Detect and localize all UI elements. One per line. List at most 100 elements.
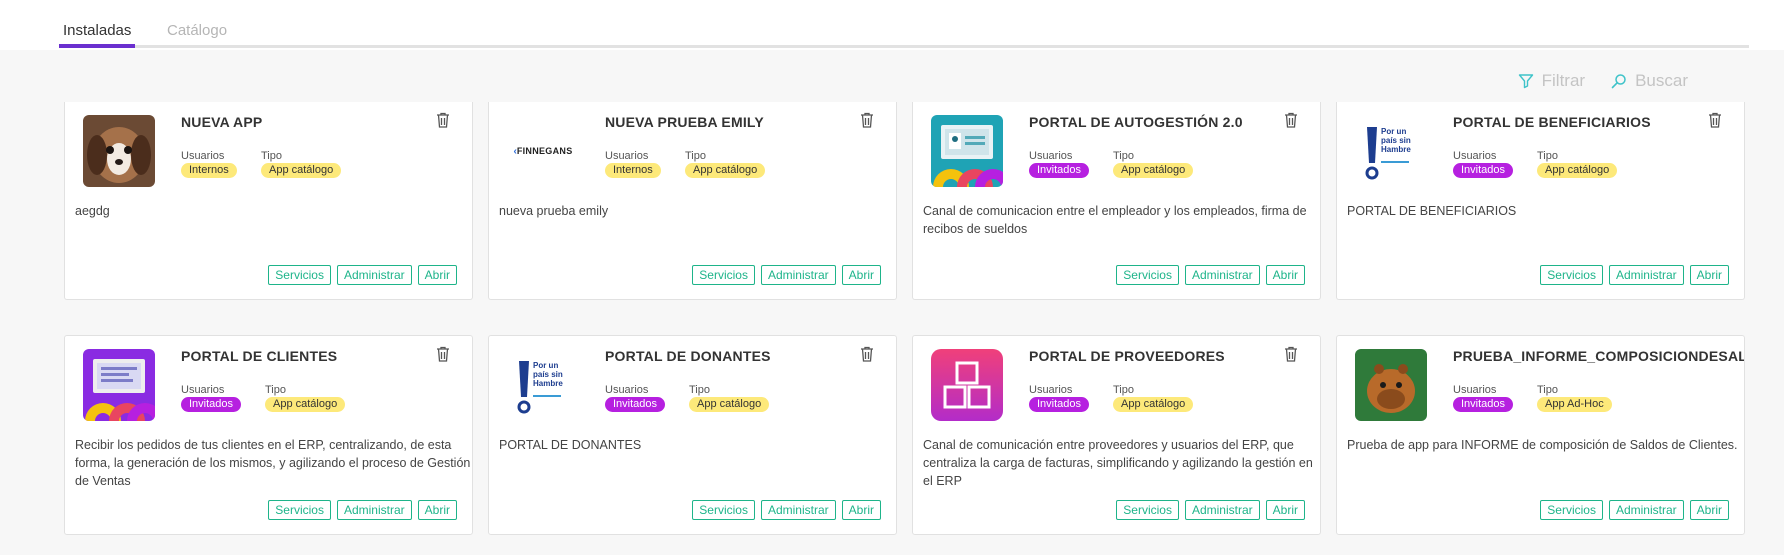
users-label: Usuarios (181, 384, 225, 396)
open-button[interactable]: Abrir (1265, 265, 1305, 285)
tab-bar: Instaladas Catálogo (59, 0, 1749, 48)
open-button[interactable]: Abrir (1689, 500, 1729, 520)
trash-icon[interactable] (860, 346, 874, 362)
clients-icon (83, 349, 155, 421)
manage-button[interactable]: Administrar (1184, 265, 1260, 285)
users-badge: Invitados (605, 397, 666, 412)
app-title: PORTAL DE BENEFICIARIOS (1453, 114, 1651, 130)
manage-button[interactable]: Administrar (336, 500, 412, 520)
tab-catalogo[interactable]: Catálogo (167, 22, 227, 48)
services-button[interactable]: Servicios (1116, 265, 1179, 285)
users-badge: Invitados (1453, 397, 1514, 412)
open-button[interactable]: Abrir (417, 265, 457, 285)
manage-button[interactable]: Administrar (760, 500, 836, 520)
users-badge: Internos (605, 163, 661, 178)
trash-icon[interactable] (436, 112, 450, 128)
search-label: Buscar (1635, 71, 1688, 90)
self-service-icon (931, 115, 1003, 187)
manage-button[interactable]: Administrar (760, 265, 836, 285)
services-button[interactable]: Servicios (268, 500, 331, 520)
users-label: Usuarios (1453, 384, 1497, 396)
app-title: PORTAL DE CLIENTES (181, 348, 338, 364)
app-card: PRUEBA_INFORME_COMPOSICIONDESALDO Usuari… (1336, 335, 1745, 535)
trash-icon[interactable] (436, 346, 450, 362)
trash-icon[interactable] (1284, 112, 1298, 128)
finnegans-logo-text: FINNEGANS (516, 146, 573, 156)
type-label: Tipo (1537, 150, 1558, 162)
manage-button[interactable]: Administrar (336, 265, 412, 285)
type-badge: App catálogo (689, 397, 770, 412)
hambre-logo-text: Por un país sin Hambre (533, 361, 563, 388)
open-button[interactable]: Abrir (841, 265, 881, 285)
type-label: Tipo (265, 384, 286, 396)
app-description: Canal de comunicación entre proveedores … (923, 438, 1313, 488)
users-badge: Invitados (181, 397, 242, 412)
app-title: NUEVA APP (181, 114, 263, 130)
trash-icon[interactable] (1708, 112, 1722, 128)
services-button[interactable]: Servicios (1116, 500, 1179, 520)
app-card: PORTAL DE CLIENTES Usuarios Tipo Invitad… (64, 335, 473, 535)
trash-icon[interactable] (860, 112, 874, 128)
card-actions: Servicios Administrar Abrir (268, 265, 457, 285)
top-bar: Instaladas Catálogo (0, 0, 1784, 50)
app-description: PORTAL DE DONANTES (499, 438, 642, 452)
search-button[interactable]: Buscar (1611, 71, 1688, 91)
open-button[interactable]: Abrir (841, 500, 881, 520)
app-description: Canal de comunicacion entre el empleador… (923, 204, 1307, 236)
type-label: Tipo (685, 150, 706, 162)
users-badge: Invitados (1029, 163, 1090, 178)
app-card: Por un país sin Hambre PORTAL DE DONANTE… (488, 335, 897, 535)
services-button[interactable]: Servicios (1540, 500, 1603, 520)
users-label: Usuarios (1029, 150, 1073, 162)
filter-icon (1518, 74, 1533, 89)
app-card: NUEVA APP Usuarios Tipo Internos App cat… (64, 102, 473, 300)
services-button[interactable]: Servicios (1540, 265, 1603, 285)
app-card: Por un país sin Hambre PORTAL DE BENEFIC… (1336, 102, 1745, 300)
users-label: Usuarios (605, 384, 649, 396)
trash-icon[interactable] (1284, 346, 1298, 362)
type-label: Tipo (1113, 384, 1134, 396)
open-button[interactable]: Abrir (1689, 265, 1729, 285)
services-button[interactable]: Servicios (268, 265, 331, 285)
card-actions: Servicios Administrar Abrir (1116, 265, 1305, 285)
tab-instaladas[interactable]: Instaladas (59, 22, 136, 48)
app-title: NUEVA PRUEBA EMILY (605, 114, 764, 130)
type-badge: App catálogo (685, 163, 766, 178)
search-icon (1611, 74, 1626, 89)
app-description: PORTAL DE BENEFICIARIOS (1347, 204, 1517, 218)
app-title: PORTAL DE PROVEEDORES (1029, 348, 1225, 364)
type-badge: App catálogo (261, 163, 342, 178)
hambre-logo-text: Por un país sin Hambre (1381, 127, 1411, 154)
type-label: Tipo (261, 150, 282, 162)
manage-button[interactable]: Administrar (1608, 500, 1684, 520)
open-button[interactable]: Abrir (1265, 500, 1305, 520)
card-actions: Servicios Administrar Abrir (692, 265, 881, 285)
manage-button[interactable]: Administrar (1184, 500, 1260, 520)
type-badge: App Ad-Hoc (1537, 397, 1612, 412)
app-title: PORTAL DE AUTOGESTIÓN 2.0 (1029, 114, 1243, 130)
services-button[interactable]: Servicios (692, 265, 755, 285)
card-actions: Servicios Administrar Abrir (1540, 500, 1729, 520)
app-title: PORTAL DE DONANTES (605, 348, 771, 364)
app-card: PORTAL DE AUTOGESTIÓN 2.0 Usuarios Tipo … (912, 102, 1321, 300)
type-badge: App catálogo (1113, 397, 1194, 412)
users-label: Usuarios (181, 150, 225, 162)
app-card: ‹ FINNEGANS NUEVA PRUEBA EMILY Usuarios … (488, 102, 897, 300)
manage-button[interactable]: Administrar (1608, 265, 1684, 285)
users-label: Usuarios (605, 150, 649, 162)
open-button[interactable]: Abrir (417, 500, 457, 520)
type-badge: App catálogo (265, 397, 346, 412)
app-description: nueva prueba emily (499, 204, 609, 218)
app-description: aegdg (75, 204, 110, 218)
app-description: Recibir los pedidos de tus clientes en e… (75, 438, 471, 488)
users-label: Usuarios (1453, 150, 1497, 162)
services-button[interactable]: Servicios (692, 500, 755, 520)
card-actions: Servicios Administrar Abrir (1116, 500, 1305, 520)
suppliers-icon (931, 349, 1003, 421)
hambre-logo: Por un país sin Hambre (507, 349, 579, 421)
app-card: PORTAL DE PROVEEDORES Usuarios Tipo Invi… (912, 335, 1321, 535)
toolbar: Filtrar Buscar (1518, 70, 1688, 92)
card-actions: Servicios Administrar Abrir (692, 500, 881, 520)
filter-button[interactable]: Filtrar (1518, 71, 1585, 91)
hambre-logo: Por un país sin Hambre (1355, 115, 1427, 187)
